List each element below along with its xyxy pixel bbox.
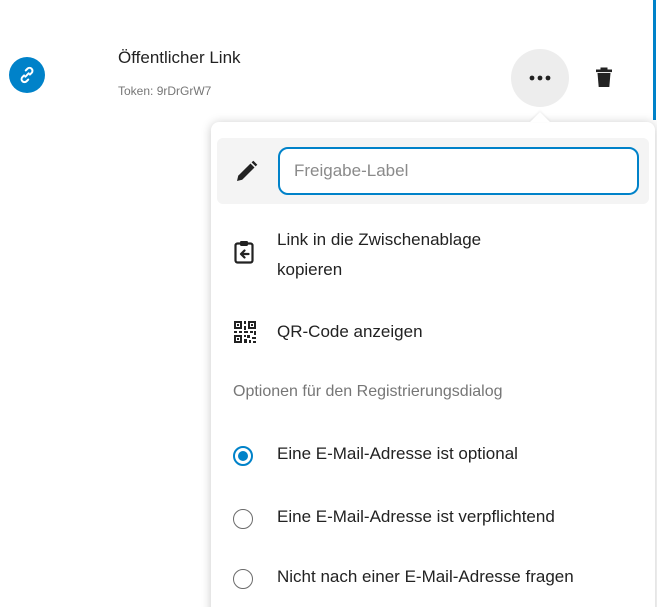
show-qr-code-label: QR-Code anzeigen <box>277 322 423 341</box>
copy-link-label-line2: kopieren <box>277 260 343 279</box>
radio-button[interactable] <box>233 569 253 589</box>
copy-link-label-line1: Link in die Zwischenablage <box>277 230 482 249</box>
email-option-label: Eine E-Mail-Adresse ist optional <box>277 444 518 463</box>
link-icon <box>9 57 45 93</box>
popover-arrow <box>530 112 550 122</box>
email-option-label: Nicht nach einer E-Mail-Adresse fragen <box>277 567 574 586</box>
pencil-icon <box>232 158 260 186</box>
show-qr-code-item[interactable]: QR-Code anzeigen <box>217 314 649 350</box>
share-token: Token: 9rDrGrW7 <box>118 84 212 98</box>
clipboard-icon <box>231 238 257 266</box>
email-option-required[interactable]: Eine E-Mail-Adresse ist verpflichtend <box>217 497 649 541</box>
email-option-label: Eine E-Mail-Adresse ist verpflichtend <box>277 507 555 526</box>
share-title: Öffentlicher Link <box>118 48 241 67</box>
radio-button-checked[interactable] <box>233 446 253 466</box>
share-panel: Öffentlicher Link Token: 9rDrGrW7 Freiga… <box>0 0 657 607</box>
copy-link-item[interactable]: Link in die Zwischenablage kopieren <box>217 224 649 292</box>
more-horizontal-icon <box>529 75 551 81</box>
radio-button[interactable] <box>233 509 253 529</box>
registration-options-caption: Optionen für den Registrierungsdialog <box>233 383 503 400</box>
active-share-indicator <box>653 0 656 120</box>
qrcode-icon <box>233 320 257 344</box>
share-label-input[interactable] <box>278 147 639 195</box>
delete-share-button[interactable] <box>587 60 621 94</box>
email-option-optional[interactable]: Eine E-Mail-Adresse ist optional <box>217 434 649 478</box>
trash-icon <box>596 67 612 87</box>
email-option-none[interactable]: Nicht nach einer E-Mail-Adresse fragen <box>217 557 649 601</box>
more-actions-button[interactable] <box>511 49 569 107</box>
